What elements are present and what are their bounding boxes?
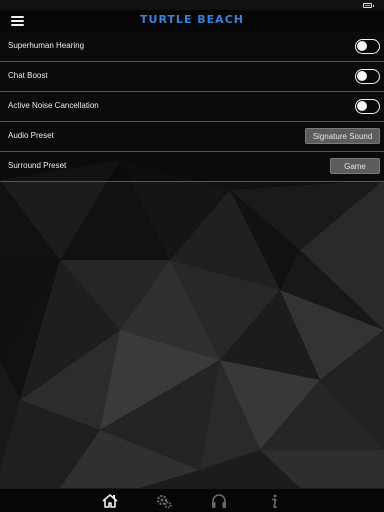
setting-row-chat-boost: Chat Boost xyxy=(0,62,384,92)
status-bar xyxy=(0,0,384,10)
settings-list: Superhuman Hearing Chat Boost Active Noi… xyxy=(0,32,384,182)
tab-settings[interactable] xyxy=(155,492,173,510)
active-noise-cancellation-toggle[interactable] xyxy=(355,99,380,114)
setting-label: Active Noise Cancellation xyxy=(8,101,99,110)
setting-label: Chat Boost xyxy=(8,71,48,80)
toggle-knob xyxy=(357,41,367,51)
surround-preset-button[interactable]: Game xyxy=(330,158,380,174)
setting-row-active-noise-cancellation: Active Noise Cancellation xyxy=(0,92,384,122)
info-icon xyxy=(272,494,277,508)
battery-icon xyxy=(363,3,374,8)
superhuman-hearing-toggle[interactable] xyxy=(355,39,380,54)
setting-label: Superhuman Hearing xyxy=(8,41,85,50)
gears-icon xyxy=(156,494,172,509)
setting-row-superhuman-hearing: Superhuman Hearing xyxy=(0,32,384,62)
setting-row-surround-preset: Surround Preset Game xyxy=(0,152,384,182)
tab-info[interactable] xyxy=(265,492,283,510)
home-icon xyxy=(102,494,118,508)
audio-preset-button[interactable]: Signature Sound xyxy=(305,128,380,144)
tab-bar xyxy=(0,488,384,512)
tab-home[interactable] xyxy=(101,492,119,510)
setting-row-audio-preset: Audio Preset Signature Sound xyxy=(0,122,384,152)
toggle-knob xyxy=(357,101,367,111)
setting-label: Surround Preset xyxy=(8,161,67,170)
brand-logo: TURTLE BEACH xyxy=(140,13,244,26)
toggle-knob xyxy=(357,71,367,81)
battery-level xyxy=(365,5,370,6)
chat-boost-toggle[interactable] xyxy=(355,69,380,84)
setting-label: Audio Preset xyxy=(8,131,54,140)
headset-icon xyxy=(212,494,226,508)
app-header: TURTLE BEACH xyxy=(0,10,384,32)
tab-headset[interactable] xyxy=(210,492,228,510)
